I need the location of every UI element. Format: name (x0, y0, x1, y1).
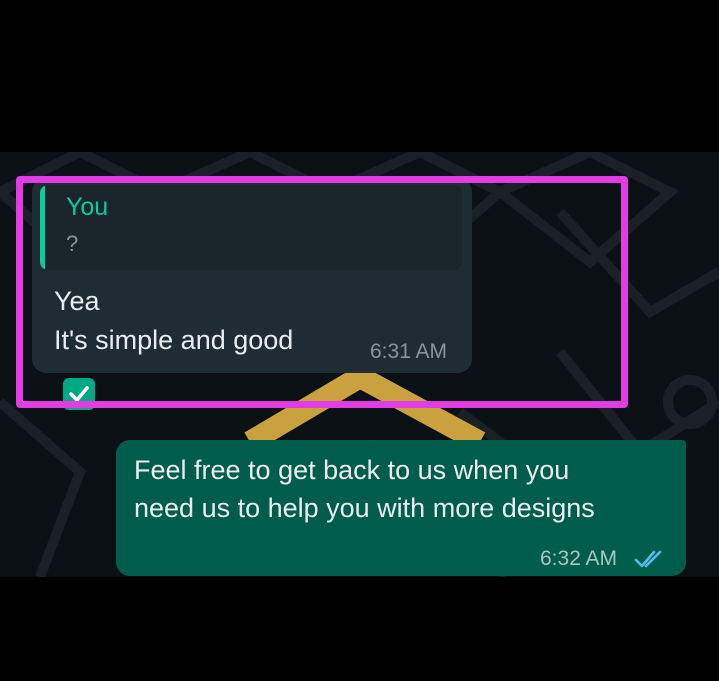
selection-highlight-frame (16, 176, 628, 408)
outgoing-message-text: Feel free to get back to us when you nee… (134, 455, 595, 523)
double-check-read-icon (634, 550, 662, 568)
outgoing-message-time: 6:32 AM (540, 547, 618, 570)
